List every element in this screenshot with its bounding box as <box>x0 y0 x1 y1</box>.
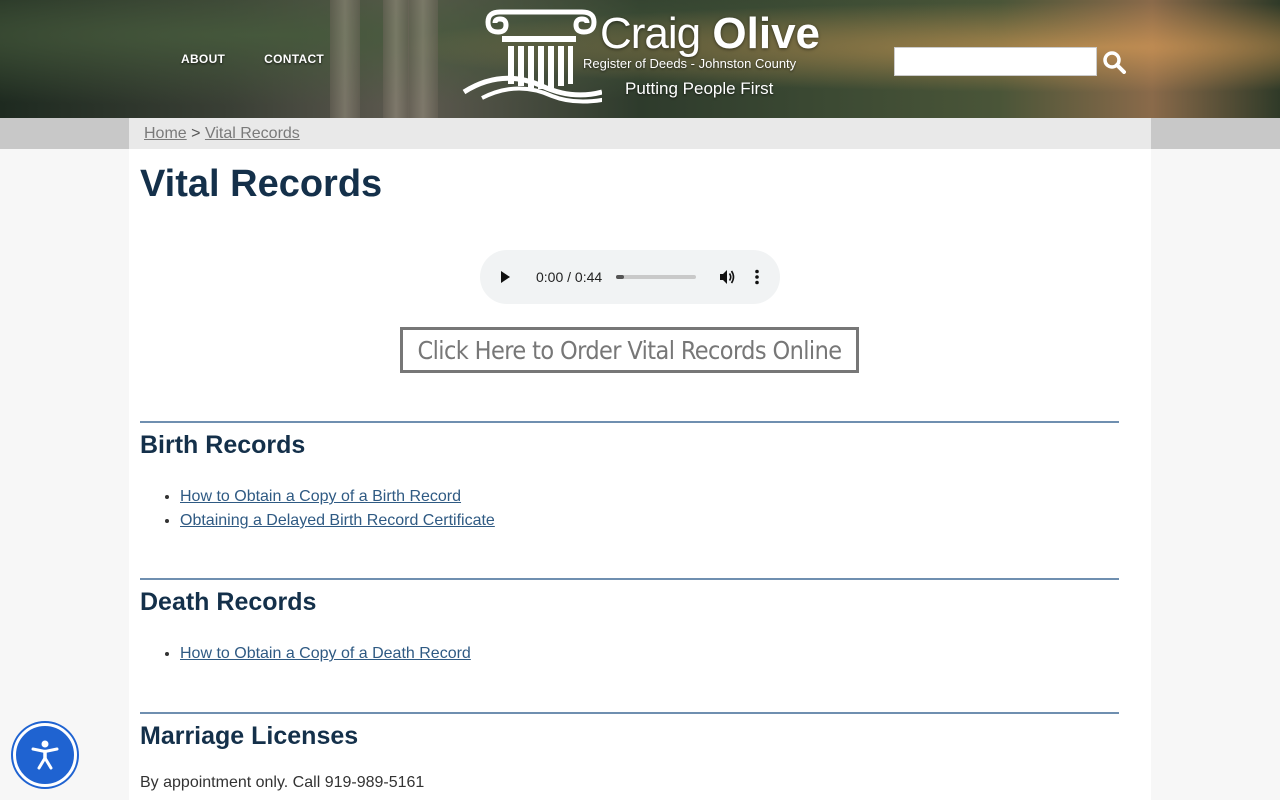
section-heading: Death Records <box>140 588 317 616</box>
section-death-records: Death Records How to Obtain a Copy of a … <box>140 578 1119 666</box>
logo-subtitle: Register of Deeds - Johnston County <box>583 56 797 71</box>
nav-about-link[interactable]: ABOUT <box>181 52 225 66</box>
delayed-birth-record-link[interactable]: Obtaining a Delayed Birth Record Certifi… <box>180 512 495 529</box>
volume-button[interactable] <box>718 268 736 286</box>
site-search <box>894 47 1129 76</box>
search-input[interactable] <box>894 47 1097 76</box>
list-item: How to Obtain a Copy of a Birth Record <box>180 485 1119 509</box>
site-logo[interactable]: Craig Olive Register of Deeds - Johnston… <box>462 6 822 110</box>
section-birth-records: Birth Records How to Obtain a Copy of a … <box>140 421 1119 533</box>
audio-menu-button[interactable] <box>754 269 760 285</box>
audio-seek-fill <box>616 275 625 279</box>
accessibility-icon <box>31 740 59 770</box>
link-list: How to Obtain a Copy of a Birth Record O… <box>180 485 1119 533</box>
breadcrumb: Home > Vital Records <box>129 118 1151 149</box>
section-heading: Birth Records <box>140 431 306 459</box>
audio-seek-bar[interactable] <box>616 275 697 279</box>
header-pillar <box>330 0 360 118</box>
order-vital-records-button[interactable]: Click Here to Order Vital Records Online <box>400 327 859 373</box>
site-header: ABOUT CONTACT Craig Olive Register of De… <box>0 0 1280 118</box>
main-content: Vital Records 0:00 / 0:44 Click Here to … <box>129 149 1151 800</box>
birth-record-copy-link[interactable]: How to Obtain a Copy of a Birth Record <box>180 488 461 505</box>
section-marriage-licenses: Marriage Licenses By appointment only. C… <box>140 712 1119 792</box>
play-button[interactable] <box>498 270 518 284</box>
list-item: Obtaining a Delayed Birth Record Certifi… <box>180 509 1119 533</box>
nav-contact-link[interactable]: CONTACT <box>264 52 324 66</box>
logo-tagline: Putting People First <box>625 79 774 98</box>
marriage-license-text: By appointment only. Call 919-989-5161 <box>140 774 425 791</box>
section-heading: Marriage Licenses <box>140 722 359 750</box>
play-icon <box>501 271 510 283</box>
link-list: How to Obtain a Copy of a Death Record <box>180 642 1119 666</box>
more-vertical-icon <box>755 269 759 285</box>
volume-icon <box>720 270 735 284</box>
column-logo-icon <box>462 9 602 104</box>
audio-time: 0:00 / 0:44 <box>536 269 603 285</box>
header-pillar <box>383 0 409 118</box>
death-record-copy-link[interactable]: How to Obtain a Copy of a Death Record <box>180 645 471 662</box>
breadcrumb-separator: > <box>191 125 201 142</box>
list-item: How to Obtain a Copy of a Death Record <box>180 642 1119 666</box>
page-title: Vital Records <box>140 163 383 205</box>
breadcrumb-current-link[interactable]: Vital Records <box>205 125 300 142</box>
accessibility-button[interactable] <box>13 723 77 787</box>
header-pillar <box>408 0 438 118</box>
search-icon <box>1103 50 1126 74</box>
top-nav: ABOUT CONTACT <box>181 52 324 66</box>
logo-name: Craig Olive <box>600 9 821 58</box>
audio-player: 0:00 / 0:44 <box>480 250 780 304</box>
breadcrumb-home-link[interactable]: Home <box>144 125 187 142</box>
search-button[interactable] <box>1099 47 1129 76</box>
